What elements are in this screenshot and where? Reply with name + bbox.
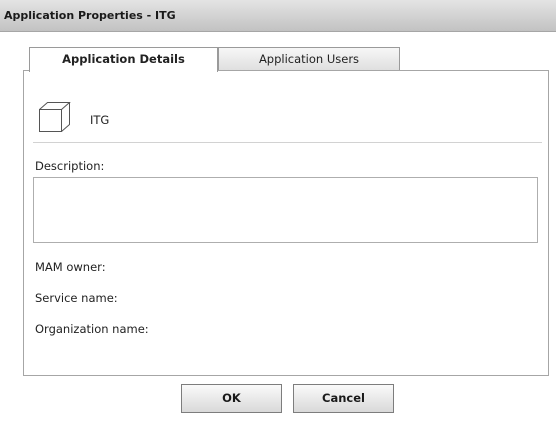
title-bar: Application Properties - ITG (0, 0, 556, 32)
service-name-label: Service name: (35, 291, 118, 305)
cancel-button[interactable]: Cancel (293, 384, 394, 413)
organization-name-label: Organization name: (35, 322, 149, 336)
ok-button[interactable]: OK (181, 384, 282, 413)
application-name: ITG (90, 113, 110, 127)
cube-icon (39, 102, 71, 132)
tab-application-details[interactable]: Application Details (29, 47, 218, 72)
description-label: Description: (35, 159, 105, 173)
mam-owner-label: MAM owner: (35, 260, 106, 274)
tab-application-users[interactable]: Application Users (218, 47, 400, 71)
divider (33, 142, 542, 143)
window-title: Application Properties - ITG (4, 9, 176, 22)
description-field[interactable] (33, 177, 538, 243)
application-details-panel: ITG Description: MAM owner: Service name… (23, 70, 549, 376)
